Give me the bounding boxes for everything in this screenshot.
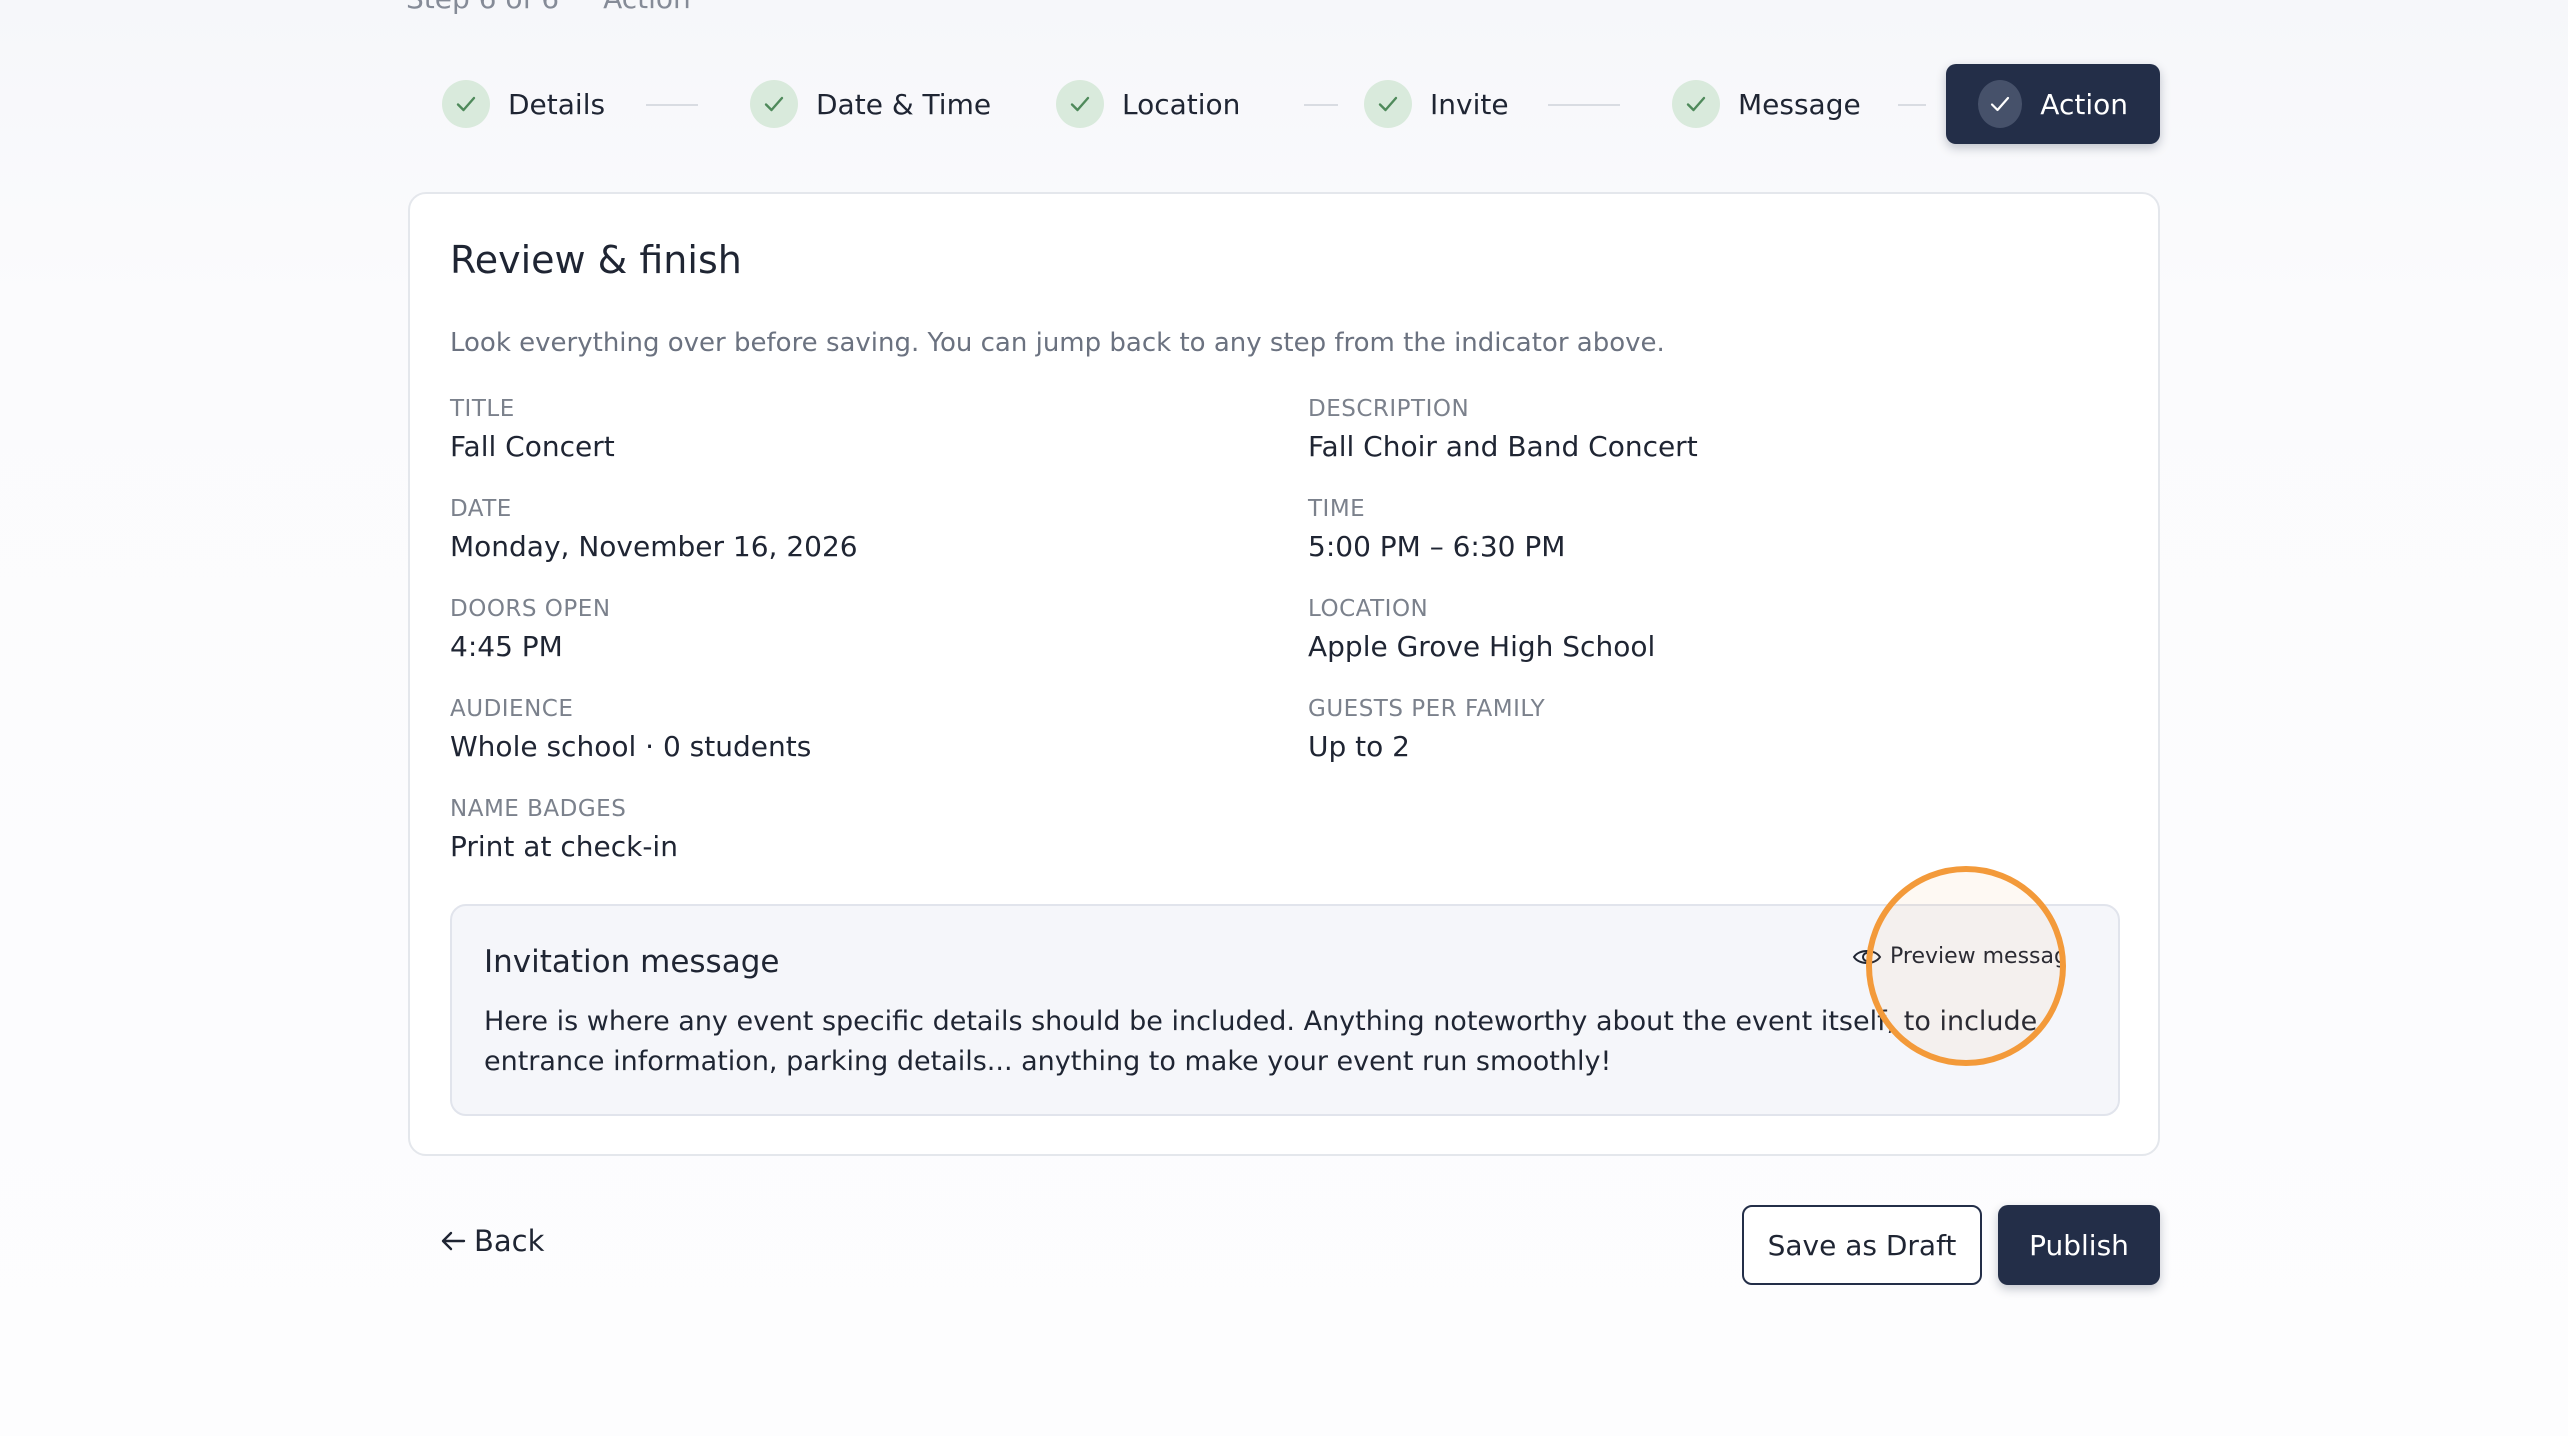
step-details[interactable]: Details (440, 64, 605, 144)
publish-button[interactable]: Publish (1998, 1205, 2160, 1285)
card-subtitle: Look everything over before saving. You … (450, 328, 1665, 358)
field-label: NAME BADGES (450, 796, 627, 822)
field-guests: GUESTS PER FAMILY Up to 2 (1308, 696, 1545, 763)
preview-message-button[interactable]: Preview message (1852, 944, 2062, 969)
progress-stepper: Details Date & Time Location Invite Mess… (440, 64, 2161, 144)
check-icon (442, 80, 490, 128)
check-icon (1056, 80, 1104, 128)
field-value: 5:00 PM – 6:30 PM (1308, 530, 1566, 563)
step-indicator-text: Step 6 of 6 Action (406, 0, 735, 15)
field-label: LOCATION (1308, 596, 1429, 622)
check-icon (750, 80, 798, 128)
invitation-message-box: Invitation message Preview message Here … (450, 904, 2120, 1116)
field-date: DATE Monday, November 16, 2026 (450, 496, 858, 563)
check-icon (1672, 80, 1720, 128)
step-connector (1304, 104, 1338, 106)
step-date-time[interactable]: Date & Time (748, 64, 991, 144)
field-name-badges: NAME BADGES Print at check-in (450, 796, 678, 863)
check-icon (1364, 80, 1412, 128)
field-value: Apple Grove High School (1308, 630, 1656, 663)
step-label: Action (2040, 87, 2128, 121)
step-action[interactable]: Action (1946, 64, 2160, 144)
check-icon (1978, 80, 2023, 128)
field-label: DATE (450, 496, 512, 522)
field-label: DOORS OPEN (450, 596, 611, 622)
field-audience: AUDIENCE Whole school · 0 students (450, 696, 811, 763)
field-value: 4:45 PM (450, 630, 563, 663)
eye-icon (1852, 949, 1882, 964)
field-label: TIME (1308, 496, 1366, 522)
field-value: Print at check-in (450, 830, 678, 863)
field-value: Whole school · 0 students (450, 730, 812, 763)
field-time: TIME 5:00 PM – 6:30 PM (1308, 496, 1565, 563)
field-doors-open: DOORS OPEN 4:45 PM (450, 596, 611, 663)
step-connector (1898, 104, 1926, 106)
step-counter: Step 6 of 6 (406, 0, 559, 15)
step-message[interactable]: Message (1670, 64, 1861, 144)
step-label: Message (1738, 87, 1861, 121)
save-draft-button[interactable]: Save as Draft (1742, 1205, 1982, 1285)
field-location: LOCATION Apple Grove High School (1308, 596, 1655, 663)
back-button[interactable]: Back (440, 1224, 544, 1258)
invitation-body: Here is where any event specific details… (484, 1006, 2038, 1077)
step-invite[interactable]: Invite (1362, 64, 1509, 144)
back-label: Back (474, 1224, 545, 1258)
step-name: Action (603, 0, 691, 15)
step-label: Date & Time (816, 87, 992, 121)
field-label: AUDIENCE (450, 696, 574, 722)
field-value: Fall Choir and Band Concert (1308, 430, 1698, 463)
review-card: Review & finish Look everything over bef… (408, 192, 2160, 1156)
field-value: Fall Concert (450, 430, 615, 463)
field-value: Monday, November 16, 2026 (450, 530, 858, 563)
step-label: Location (1122, 87, 1241, 121)
field-description: DESCRIPTION Fall Choir and Band Concert (1308, 396, 1698, 463)
preview-label: Preview message (1890, 944, 2062, 969)
field-label: GUESTS PER FAMILY (1308, 696, 1546, 722)
field-label: TITLE (450, 396, 515, 422)
field-value: Up to 2 (1308, 730, 1410, 763)
field-title: TITLE Fall Concert (450, 396, 615, 463)
card-title: Review & finish (450, 238, 742, 282)
step-label: Details (508, 87, 606, 121)
field-label: DESCRIPTION (1308, 396, 1470, 422)
step-label: Invite (1430, 87, 1509, 121)
step-connector (1548, 104, 1620, 106)
step-connector (646, 104, 698, 106)
invitation-title: Invitation message (484, 944, 780, 980)
step-location[interactable]: Location (1054, 64, 1240, 144)
arrow-left-icon (441, 1231, 466, 1251)
